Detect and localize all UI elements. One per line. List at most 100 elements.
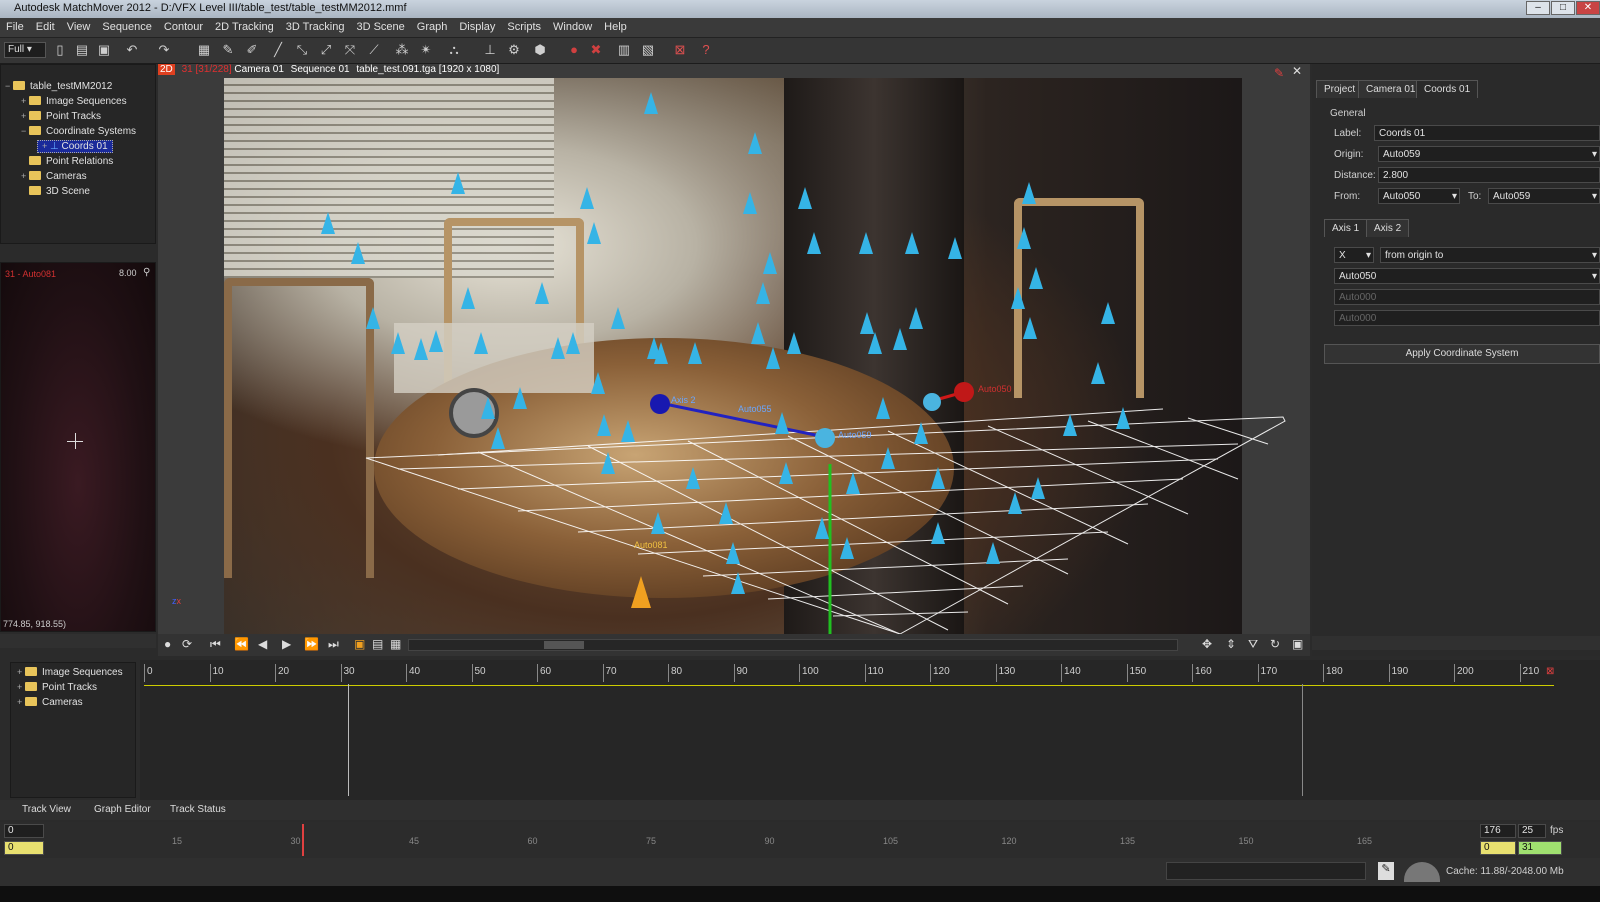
frame-icon[interactable]: ▦ [390, 637, 401, 651]
track-point-marker[interactable] [840, 537, 854, 559]
minimize-button[interactable]: – [1526, 1, 1550, 15]
mini-zoom-view[interactable]: 31 - Auto081 8.00 ⚲ 774.85, 918.55) [0, 262, 156, 632]
save-icon[interactable]: ▣ [96, 42, 112, 58]
tree-item-image-sequences[interactable]: + Image Sequences [21, 96, 127, 107]
reset-view-icon[interactable]: ↻ [1270, 637, 1280, 651]
tab-coords-01[interactable]: Coords 01 [1416, 80, 1479, 98]
pan-icon[interactable]: ✥ [1202, 637, 1212, 651]
go-end-icon[interactable]: ⏭ [328, 637, 339, 652]
axis-2-handle[interactable] [650, 394, 670, 414]
track-point-marker[interactable] [644, 92, 658, 114]
track-point-marker[interactable] [1101, 302, 1115, 324]
track-point-marker[interactable] [893, 328, 907, 350]
tree-item-3d-scene[interactable]: 3D Scene [21, 186, 90, 197]
mini-view-scrollbar[interactable] [0, 634, 156, 648]
track-point-marker[interactable] [513, 387, 527, 409]
track-point-add-icon[interactable]: ✐ [244, 42, 260, 58]
track-point-marker[interactable] [881, 447, 895, 469]
open-file-icon[interactable]: ▤ [74, 42, 90, 58]
track-point-marker[interactable] [651, 512, 665, 534]
track-point-marker[interactable] [688, 342, 702, 364]
track-point-marker[interactable] [775, 412, 789, 434]
origin-handle[interactable] [815, 428, 835, 448]
menu-contour[interactable]: Contour [158, 18, 209, 33]
cube-icon[interactable]: ⬢ [532, 42, 548, 58]
tree-item-point-relations[interactable]: Point Relations [21, 156, 113, 167]
track-point-marker[interactable] [748, 132, 762, 154]
range-end-field[interactable]: 176 [1480, 824, 1516, 838]
zoom-select[interactable]: Full ▾ [4, 42, 46, 58]
loop-icon[interactable]: ⟳ [182, 637, 192, 651]
track-point-marker[interactable] [1011, 287, 1025, 309]
attribute-panel-scrollbar[interactable] [1312, 636, 1600, 650]
track-point-marker[interactable] [1031, 477, 1045, 499]
snapshot-icon[interactable]: ▤ [372, 637, 383, 651]
track-point-marker[interactable] [743, 192, 757, 214]
track-point-marker[interactable] [391, 332, 405, 354]
undo-icon[interactable]: ↶ [124, 42, 140, 58]
track-tree-point-tracks[interactable]: + Point Tracks [17, 682, 97, 693]
track-point-marker[interactable] [846, 472, 860, 494]
track-point-marker[interactable] [798, 187, 812, 209]
track-point-marker[interactable] [535, 282, 549, 304]
time-scrubber[interactable]: 0 0 15 30 45 60 75 90 105 120 135 150 165 176 25 f… [0, 822, 1600, 858]
track-point-marker[interactable] [461, 287, 475, 309]
record-dot-icon[interactable]: ● [164, 637, 171, 651]
track-point-marker[interactable] [451, 172, 465, 194]
track-forward-icon[interactable]: ⤢ [318, 42, 334, 58]
coordinate-system-icon[interactable]: ⊥ [482, 42, 498, 58]
magnifier-icon[interactable]: ⚲ [143, 267, 150, 278]
menu-sequence[interactable]: Sequence [96, 18, 158, 33]
track-point-marker[interactable] [429, 330, 443, 352]
scrubber-ruler[interactable]: 15 30 45 60 75 90 105 120 135 150 165 [50, 824, 1460, 856]
track-point-marker[interactable] [591, 372, 605, 394]
viewport-2d[interactable]: 2D 31 [31/228] Camera 01 Sequence 01 tab… [158, 64, 1310, 634]
orbit-icon[interactable]: ⛛ [1248, 637, 1258, 652]
track-point-marker[interactable] [1017, 227, 1031, 249]
track-point-marker[interactable] [654, 342, 668, 364]
menu-window[interactable]: Window [547, 18, 598, 33]
scrubber-playhead[interactable] [302, 824, 304, 856]
menu-help[interactable]: Help [598, 18, 633, 33]
track-point-marker[interactable] [905, 232, 919, 254]
track-line-icon[interactable]: ╱ [270, 42, 286, 58]
track-point-marker[interactable] [1029, 267, 1043, 289]
track-point-marker[interactable] [876, 397, 890, 419]
track-timeline[interactable]: 0 10 20 30 40 50 60 70 80 90 100 110 120 130 140 150 160… [140, 660, 1600, 800]
go-start-icon[interactable]: ⏮ [210, 637, 221, 652]
track-point-marker[interactable] [566, 332, 580, 354]
track-point-marker[interactable] [787, 332, 801, 354]
track-point-marker[interactable] [366, 307, 380, 329]
track-both-icon[interactable]: ⤧ [342, 42, 358, 58]
track-point-marker[interactable] [986, 542, 1000, 564]
to-select[interactable]: Auto059 ▾ [1488, 188, 1600, 204]
track-point-marker[interactable] [1091, 362, 1105, 384]
axis-1-handle[interactable] [954, 382, 974, 402]
maximize-button[interactable]: □ [1551, 1, 1575, 15]
track-point-marker[interactable] [351, 242, 365, 264]
menu-graph[interactable]: Graph [411, 18, 454, 33]
track-point-marker[interactable] [931, 522, 945, 544]
tree-root[interactable]: − table_testMM2012 [5, 81, 112, 92]
play-icon[interactable]: ▶ [282, 637, 291, 651]
track-point-marker[interactable] [763, 252, 777, 274]
refine-icon[interactable]: ✴ [418, 42, 434, 58]
track-point-marker[interactable] [580, 187, 594, 209]
from-select[interactable]: Auto050 ▾ [1378, 188, 1460, 204]
axis-select[interactable]: X ▾ [1334, 247, 1374, 263]
menu-2d-tracking[interactable]: 2D Tracking [209, 18, 280, 33]
track-point-marker[interactable] [719, 502, 733, 524]
solve-icon[interactable]: ⛬ [446, 42, 462, 58]
tab-graph-editor[interactable]: Graph Editor [88, 802, 157, 817]
tab-track-view[interactable]: Track View [16, 802, 77, 817]
track-point-marker[interactable] [726, 542, 740, 564]
fps-field[interactable]: 25 [1518, 824, 1546, 838]
tree-item-coordinate-systems[interactable]: − Coordinate Systems [21, 126, 136, 137]
keyframe-icon[interactable]: ▣ [354, 637, 365, 651]
track-point-icon[interactable]: ✎ [220, 42, 236, 58]
track-point-marker[interactable] [931, 467, 945, 489]
origin-select[interactable]: Auto059 ▾ [1378, 146, 1600, 162]
tab-track-status[interactable]: Track Status [164, 802, 232, 817]
track-stop-icon[interactable]: ⟋ [366, 42, 382, 58]
track-point-marker[interactable] [1116, 407, 1130, 429]
